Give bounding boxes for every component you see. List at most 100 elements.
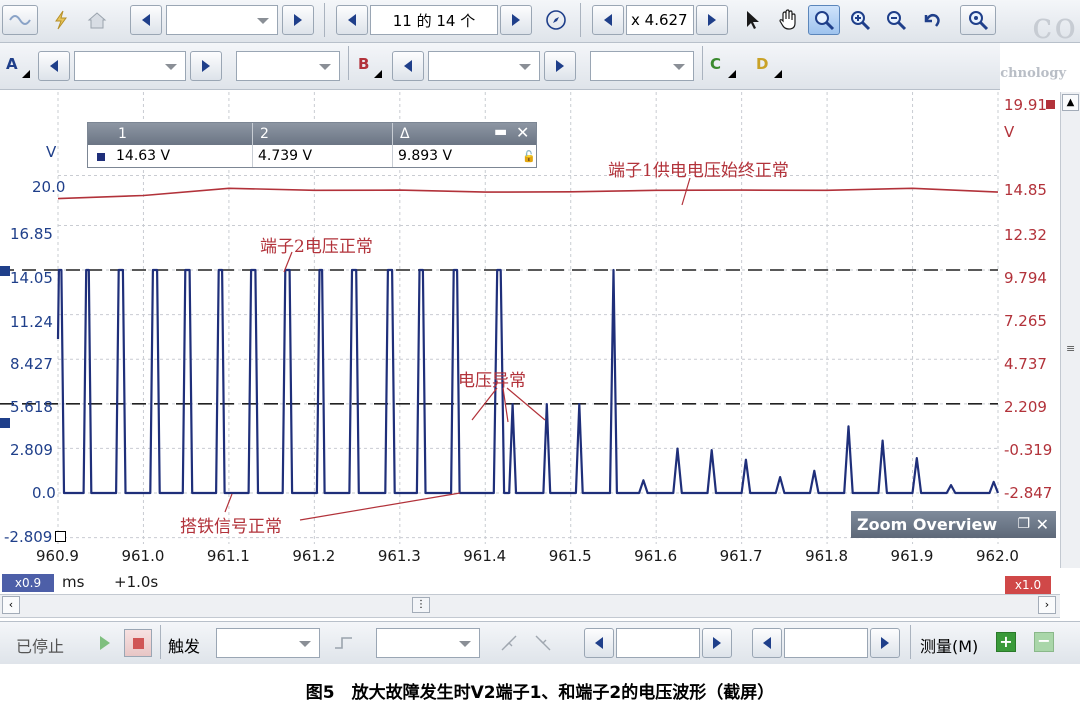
pointer-tool-button[interactable] [738,5,768,35]
channel-a-dropdown-icon [22,70,30,78]
hand-tool-button[interactable] [772,5,804,35]
figure-caption: 图5 放大故障发生时V2端子1、和端子2的电压波形（截屏） [305,683,775,703]
channel-a-trace [56,268,1000,495]
left-axis-tick-label: -2.809 [4,528,53,546]
measurements-label: 测量(M) [920,637,979,656]
channel-a-range-select[interactable] [74,51,186,81]
trigger-rising-button[interactable] [496,630,522,656]
stop-button[interactable] [124,629,152,657]
scope-next-button[interactable] [282,5,314,35]
probe-button[interactable] [44,5,78,35]
rising-edge-icon [335,637,352,649]
signal-gen-button[interactable] [2,5,38,35]
ruler-swatch [97,153,105,161]
home-button[interactable] [80,5,114,35]
channel-b-button[interactable]: B [358,55,369,73]
remove-measurement-button[interactable]: − [1034,632,1054,652]
falling-trigger-icon [535,635,551,651]
lock-icon[interactable]: 🔓 [522,150,536,163]
zoom-overview-panel[interactable]: Zoom Overview ❐ ✕ [851,511,1056,538]
ruler-value-2: 4.739 V [258,148,313,164]
zoom-in-button[interactable] [844,5,876,35]
zoom-field[interactable]: x 4.627 [626,5,694,35]
trigger-mode-select[interactable] [216,628,320,658]
channel-b-range-next[interactable] [544,51,576,81]
close-icon[interactable]: ✕ [1036,511,1049,538]
buffer-prev-button[interactable] [336,5,368,35]
channel-a-range-next[interactable] [190,51,222,81]
trigger-source-select[interactable] [376,628,480,658]
ruler-2-handle[interactable] [0,418,10,428]
x-axis-tick-label: 961.1 [206,547,250,565]
channel-b-range-prev[interactable] [392,51,424,81]
undo-zoom-button[interactable] [916,5,948,35]
left-axis-tick-label: 2.809 [10,441,53,459]
channel-a-range-prev[interactable] [38,51,70,81]
scope-prev-button[interactable] [130,5,162,35]
toolbar-separator [580,3,581,37]
ruler-value-1: 14.63 V [116,148,171,164]
right-axis-tick-label: 12.32 [1004,226,1047,244]
threshold-prev-button[interactable] [584,628,614,658]
zoom-area-icon [815,11,835,31]
left-axis-tick-label: 14.05 [10,269,53,287]
trigger-label: 触发 [168,637,201,656]
horizontal-scrollbar[interactable]: ‹ ⋮ › [0,594,1060,618]
x-axis-tick-label: 960.9 [36,547,79,565]
right-axis-tick-label: 7.265 [1004,312,1047,330]
pretrigger-next-button[interactable] [870,628,900,658]
left-axis-tick-label: 5.618 [10,398,53,416]
capture-status: 已停止 [16,637,65,656]
run-button[interactable] [92,630,118,656]
right-scale-handle[interactable] [1046,100,1055,109]
trigger-edge-button[interactable] [328,628,360,658]
right-axis-tick-label: -0.319 [1004,441,1053,459]
pretrigger-field[interactable] [784,628,868,658]
zoom-fit-button[interactable] [960,5,996,35]
zoom-prev-button[interactable] [592,5,624,35]
left-zoom-value: x0.9 [14,576,42,590]
zoom-overview-title: Zoom Overview [857,515,998,534]
toolbar-separator [348,46,349,80]
pretrigger-prev-button[interactable] [752,628,782,658]
zoom-next-button[interactable] [696,5,728,35]
zoom-area-button[interactable] [808,5,840,35]
channel-c-dropdown-icon [728,70,736,78]
header-divider [392,123,393,145]
scroll-right-button[interactable]: › [1038,596,1056,614]
main-toolbar: 11 的 14 个 x 4.627 [0,0,1080,43]
vertical-scrollbar[interactable]: ▲ ≡ [1060,92,1080,568]
sine-wave-icon [9,15,31,25]
right-axis-tick-label: 4.737 [1004,355,1047,373]
add-measurement-button[interactable]: + [996,632,1016,652]
annotation-abnormal: 电压异常 [458,371,526,391]
right-axis-tick-label: 2.209 [1004,398,1047,416]
channel-b-range-select[interactable] [428,51,540,81]
buffer-next-button[interactable] [500,5,532,35]
capture-control-bar: 已停止 触发 测量(M) + − [0,621,1080,664]
scroll-thumb[interactable]: ⋮ [412,597,430,613]
cell-divider [252,145,253,167]
channel-c-button[interactable]: C [710,55,721,73]
close-icon[interactable]: ✕ [516,123,529,142]
ruler-1-handle[interactable] [0,266,10,276]
compass-button[interactable] [540,5,572,35]
zoom-out-button[interactable] [880,5,912,35]
trigger-falling-button[interactable] [530,630,556,656]
channel-d-button[interactable]: D [756,55,768,73]
threshold-field[interactable] [616,628,700,658]
threshold-next-button[interactable] [702,628,732,658]
restore-icon[interactable]: ❐ [1017,511,1030,538]
channel-a-coupling-select[interactable] [236,51,340,81]
buffer-field[interactable]: 11 的 14 个 [370,5,498,35]
scroll-left-button[interactable]: ‹ [2,596,20,614]
scope-select[interactable] [166,5,278,35]
minimize-icon[interactable]: ▬ [494,124,507,140]
channel-b-coupling-select[interactable] [590,51,694,81]
trigger-marker[interactable] [55,531,66,542]
scroll-up-button[interactable]: ▲ [1062,94,1079,111]
scroll-grip-icon[interactable]: ≡ [1066,342,1075,355]
channel-a-button[interactable]: A [6,55,18,73]
channel-b-trace [57,187,999,200]
x-axis-tick-label: 961.3 [377,547,421,565]
